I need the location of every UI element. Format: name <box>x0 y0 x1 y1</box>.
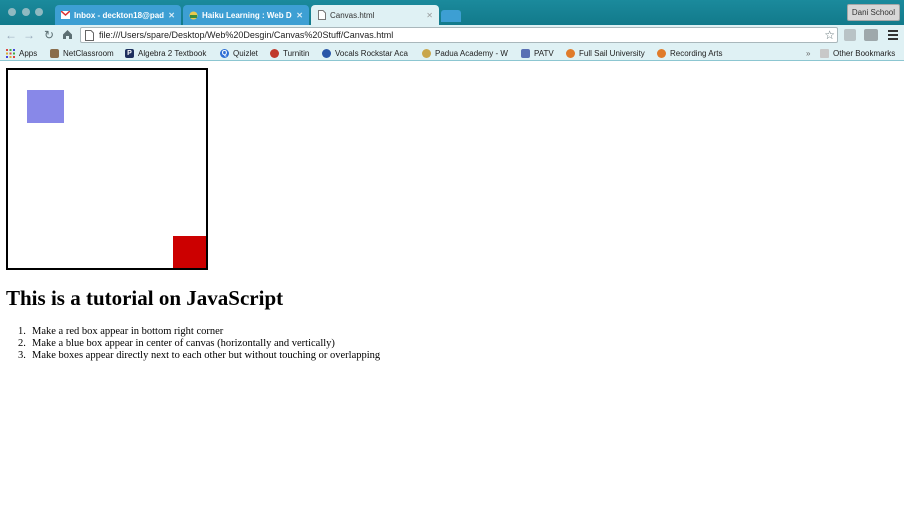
bookmark-label: Algebra 2 Textbook <box>138 48 207 58</box>
bookmark-label: Vocals Rockstar Aca <box>335 48 408 58</box>
bookmark-label: Other Bookmarks <box>833 48 896 58</box>
reload-icon[interactable]: ↻ <box>42 28 56 42</box>
tab-inbox[interactable]: Inbox - deckton18@padua ✕ <box>55 5 181 25</box>
back-arrow-icon[interactable]: ← <box>4 28 18 42</box>
list-item-text: Make boxes appear directly next to each … <box>32 350 381 361</box>
new-tab-button[interactable] <box>441 10 461 22</box>
bookmarks-overflow[interactable]: » <box>806 47 810 59</box>
netclassroom-icon <box>50 48 59 58</box>
tab-title: Inbox - deckton18@padua <box>74 10 165 20</box>
bookmark-label: Turnitin <box>283 48 310 58</box>
close-window-button[interactable] <box>8 8 16 16</box>
bookmark-label: NetClassroom <box>63 48 114 58</box>
page-icon <box>317 10 326 20</box>
fullsail-icon <box>566 48 575 58</box>
bookmarks-bar: Apps NetClassroom P Algebra 2 Textbook Q… <box>0 45 904 61</box>
bookmark-algebra[interactable]: P Algebra 2 Textbook <box>125 47 206 59</box>
vocals-icon <box>322 48 331 58</box>
address-bar[interactable]: file:///Users/spare/Desktop/Web%20Desgin… <box>80 27 838 43</box>
bookmark-fullsail[interactable]: Full Sail University <box>566 47 645 59</box>
menu-icon[interactable] <box>888 30 898 40</box>
list-number: 3. <box>18 350 26 361</box>
close-icon[interactable]: ✕ <box>296 11 303 20</box>
pearson-icon: P <box>125 48 134 58</box>
page-icon <box>85 29 94 41</box>
recording-arts-icon <box>657 48 666 58</box>
list-item-text: Make a blue box appear in center of canv… <box>32 338 335 349</box>
list-item: 3. Make boxes appear directly next to eac… <box>18 350 380 362</box>
tab-strip: Inbox - deckton18@padua ✕ Haiku Learning… <box>0 0 904 25</box>
close-icon[interactable]: ✕ <box>426 11 433 20</box>
bookmark-label: Padua Academy - W <box>435 48 508 58</box>
page-heading: This is a tutorial on JavaScript <box>6 286 284 310</box>
folder-icon <box>820 48 829 58</box>
bookmark-recording-arts[interactable]: Recording Arts <box>657 47 722 59</box>
profile-button[interactable]: Dani School <box>846 4 900 21</box>
bookmark-star-icon[interactable]: ☆ <box>824 28 835 42</box>
tab-canvas[interactable]: Canvas.html ✕ <box>311 5 439 25</box>
list-number: 1. <box>18 326 26 337</box>
tab-title: Haiku Learning : Web Desi <box>202 10 292 20</box>
haiku-icon <box>189 11 198 20</box>
close-icon[interactable]: ✕ <box>168 11 175 20</box>
bookmark-label: Recording Arts <box>670 48 723 58</box>
extension-icon[interactable] <box>864 29 878 41</box>
blue-box <box>27 90 64 123</box>
list-item: 2. Make a blue box appear in center of ca… <box>18 338 380 350</box>
url-text: file:///Users/spare/Desktop/Web%20Desgin… <box>99 30 394 40</box>
page-content: This is a tutorial on JavaScript 1. Make … <box>0 62 904 508</box>
quizlet-icon: Q <box>220 48 229 58</box>
turnitin-icon <box>270 48 279 58</box>
red-box <box>173 236 206 268</box>
forward-arrow-icon[interactable]: → <box>22 28 36 42</box>
drawing-canvas <box>6 68 208 270</box>
patv-icon <box>521 48 530 58</box>
list-item: 1. Make a red box appear in bottom right … <box>18 326 380 338</box>
bookmark-netclassroom[interactable]: NetClassroom <box>50 47 114 59</box>
zoom-window-button[interactable] <box>35 8 43 16</box>
steps-list: 1. Make a red box appear in bottom right … <box>18 326 380 362</box>
other-bookmarks[interactable]: Other Bookmarks <box>820 47 895 59</box>
list-number: 2. <box>18 338 26 349</box>
bookmark-vocals[interactable]: Vocals Rockstar Aca <box>322 47 412 59</box>
gmail-icon <box>61 11 70 20</box>
browser-toolbar: ← → ↻ file:///Users/spare/Desktop/Web%20… <box>0 25 904 45</box>
apps-icon <box>6 48 15 58</box>
list-item-text: Make a red box appear in bottom right co… <box>32 326 224 337</box>
minimize-window-button[interactable] <box>22 8 30 16</box>
tab-haiku[interactable]: Haiku Learning : Web Desi ✕ <box>183 5 309 25</box>
bookmark-apps[interactable]: Apps <box>6 47 37 59</box>
bookmark-patv[interactable]: PATV <box>521 47 554 59</box>
bookmark-turnitin[interactable]: Turnitin <box>270 47 309 59</box>
bookmark-label: Quizlet <box>233 48 258 58</box>
bookmark-quizlet[interactable]: Q Quizlet <box>220 47 258 59</box>
bookmark-padua[interactable]: Padua Academy - W <box>422 47 510 59</box>
extension-icon[interactable] <box>844 29 856 41</box>
bookmark-label: Apps <box>19 48 38 58</box>
bookmark-label: Full Sail University <box>579 48 645 58</box>
bookmark-label: PATV <box>534 48 554 58</box>
home-icon[interactable] <box>60 28 74 42</box>
tab-title: Canvas.html <box>330 10 375 20</box>
padua-icon <box>422 48 431 58</box>
